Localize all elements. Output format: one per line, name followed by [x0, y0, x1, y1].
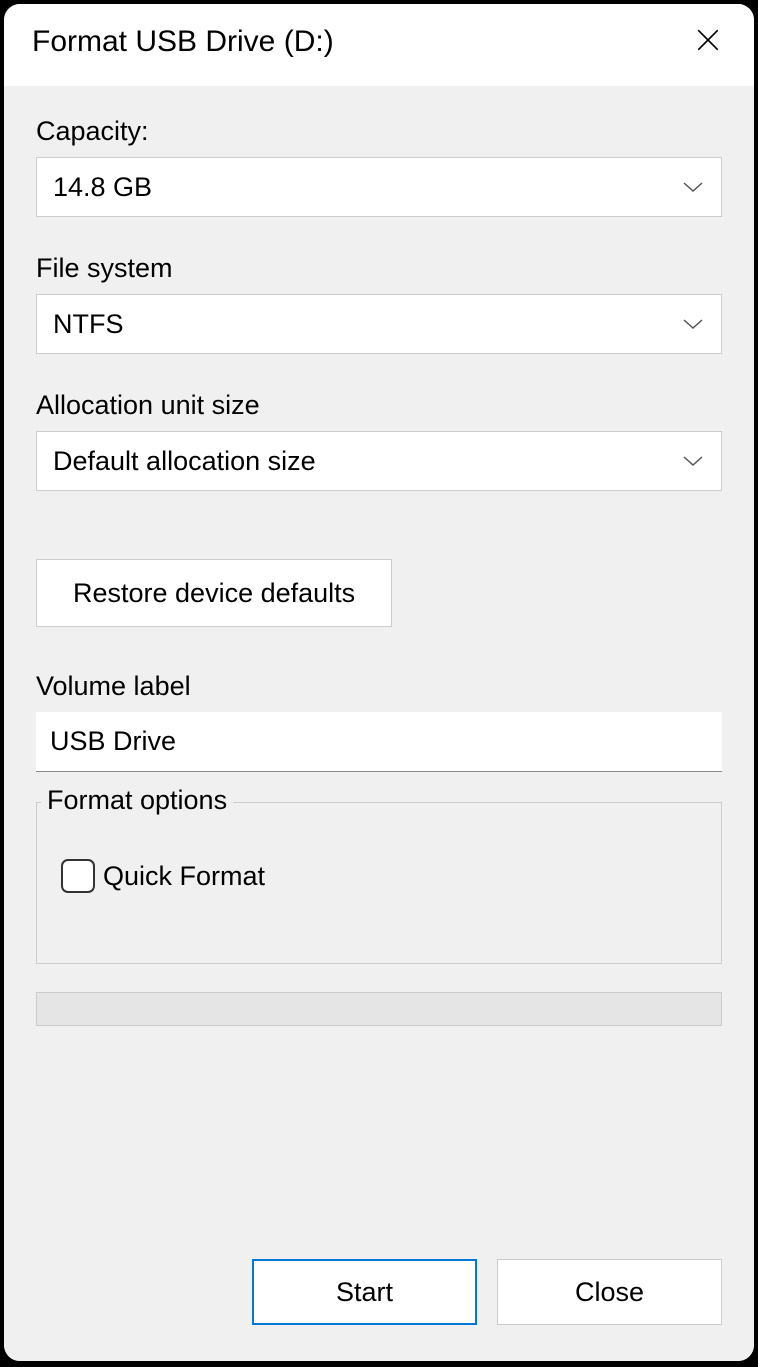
close-icon	[695, 27, 721, 58]
capacity-value: 14.8 GB	[53, 172, 681, 203]
format-options-legend: Format options	[41, 785, 233, 816]
start-button[interactable]: Start	[252, 1259, 477, 1325]
chevron-down-icon	[681, 312, 705, 336]
capacity-label: Capacity:	[36, 116, 722, 147]
format-options-group: Format options Quick Format	[36, 802, 722, 964]
restore-defaults-button[interactable]: Restore device defaults	[36, 559, 392, 627]
filesystem-label: File system	[36, 253, 722, 284]
volume-label-label: Volume label	[36, 671, 722, 702]
window-title: Format USB Drive (D:)	[32, 25, 334, 59]
close-button[interactable]: Close	[497, 1259, 722, 1325]
volume-label-input[interactable]	[36, 712, 722, 772]
allocation-label: Allocation unit size	[36, 390, 722, 421]
format-progress-bar	[36, 992, 722, 1026]
allocation-dropdown[interactable]: Default allocation size	[36, 431, 722, 491]
filesystem-dropdown[interactable]: NTFS	[36, 294, 722, 354]
filesystem-value: NTFS	[53, 309, 681, 340]
capacity-dropdown[interactable]: 14.8 GB	[36, 157, 722, 217]
chevron-down-icon	[681, 175, 705, 199]
dialog-button-row: Start Close	[36, 1259, 722, 1331]
dialog-content: Capacity: 14.8 GB File system NTFS Alloc…	[4, 86, 754, 1361]
quick-format-row: Quick Format	[61, 859, 697, 893]
quick-format-checkbox[interactable]	[61, 859, 95, 893]
allocation-value: Default allocation size	[53, 446, 681, 477]
quick-format-label: Quick Format	[103, 861, 265, 892]
titlebar: Format USB Drive (D:)	[4, 4, 754, 86]
close-window-button[interactable]	[686, 20, 730, 64]
chevron-down-icon	[681, 449, 705, 473]
format-dialog: Format USB Drive (D:) Capacity: 14.8 GB …	[2, 2, 756, 1363]
